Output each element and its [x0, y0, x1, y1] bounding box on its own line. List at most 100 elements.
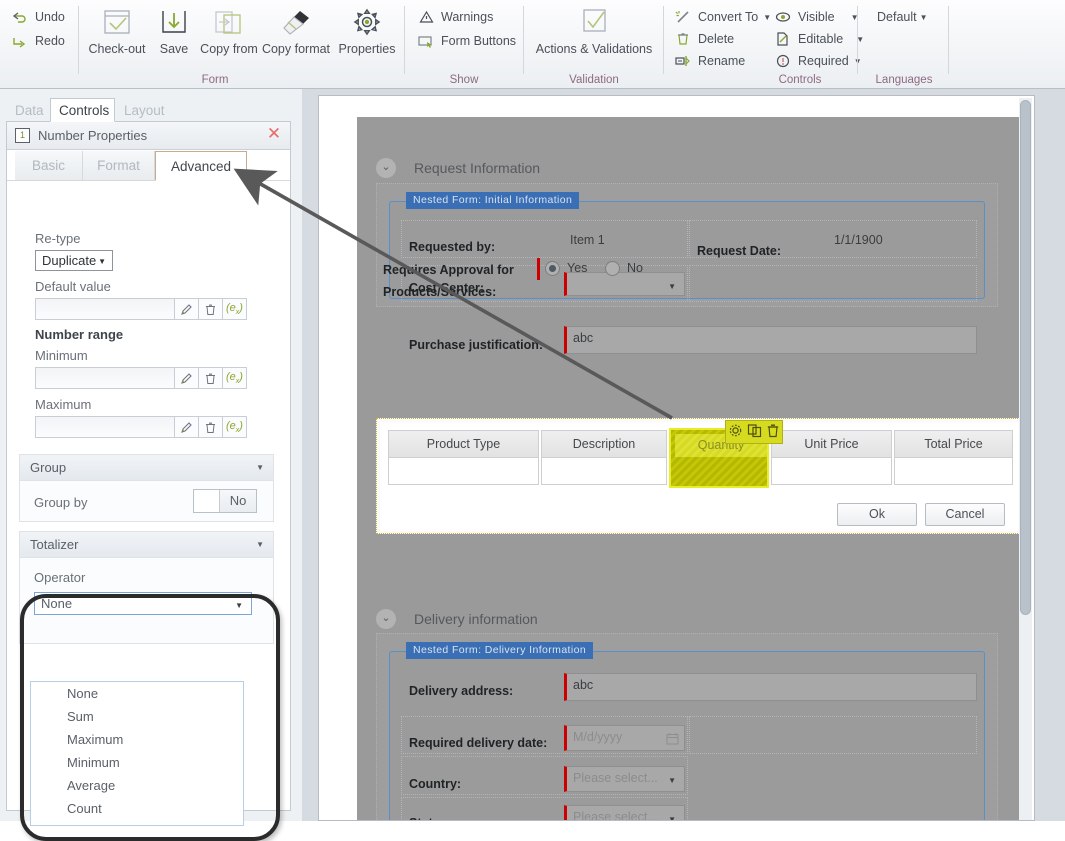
totalizer-section-header[interactable]: Totalizer ▼ — [20, 532, 273, 558]
formula-icon[interactable]: (ex) — [223, 367, 247, 389]
trash-icon[interactable] — [199, 367, 223, 389]
grid-column-unit-price[interactable]: Unit Price — [771, 430, 892, 485]
tab-format[interactable]: Format — [83, 151, 155, 181]
copy-format-button[interactable]: Copy format — [258, 4, 334, 66]
radio-no[interactable] — [605, 261, 620, 276]
state-select[interactable]: Please select... ▼ — [564, 805, 685, 821]
brush-icon — [258, 4, 334, 42]
dropdown-option-sum[interactable]: Sum — [31, 705, 243, 728]
retype-label: Re-type — [35, 231, 81, 246]
rename-button[interactable]: Rename — [673, 50, 745, 72]
ok-button[interactable]: Ok — [837, 503, 917, 526]
formula-icon[interactable]: (ex) — [223, 416, 247, 438]
convert-to-button[interactable]: Convert To ▼ — [673, 6, 771, 28]
rename-label: Rename — [698, 54, 746, 68]
tab-data-label: Data — [15, 103, 44, 118]
required-delivery-date-input[interactable]: M/d/yyyy — [564, 725, 685, 751]
formula-icon[interactable]: (ex) — [223, 298, 247, 320]
default-language-label: Default — [877, 10, 917, 24]
chevron-down-icon: ▼ — [668, 815, 676, 821]
dropdown-option-average[interactable]: Average — [31, 774, 243, 797]
operator-dropdown-list[interactable]: None Sum Maximum Minimum Average Count — [30, 681, 244, 826]
purchase-justification-value: abc — [573, 331, 594, 345]
close-icon[interactable]: ✕ — [265, 125, 283, 144]
trash-icon[interactable] — [766, 423, 780, 441]
duplicate-icon[interactable] — [747, 423, 762, 441]
group-section-header[interactable]: Group ▼ — [20, 455, 273, 481]
retype-select[interactable]: Duplicate ▼ — [35, 250, 113, 271]
dropdown-option-count[interactable]: Count — [31, 797, 243, 820]
panel-header: 1 Number Properties ✕ — [7, 122, 290, 150]
wand-icon — [673, 9, 693, 25]
properties-subtabs: Basic Format Advanced — [7, 151, 290, 181]
chevron-down-icon: ▼ — [235, 601, 243, 610]
calendar-icon[interactable] — [666, 732, 679, 748]
operator-label: Operator — [34, 570, 86, 585]
tab-basic[interactable]: Basic — [15, 151, 83, 181]
minimum-input[interactable] — [35, 367, 175, 389]
grid-column-product-type[interactable]: Product Type — [388, 430, 539, 485]
dropdown-option-none[interactable]: None — [31, 682, 243, 705]
tab-data[interactable]: Data — [6, 98, 50, 122]
state-value: Please select... — [573, 810, 658, 821]
required-button[interactable]: Required ▼ — [773, 50, 862, 72]
form-button-icon — [416, 33, 436, 49]
check-out-button[interactable]: Check-out — [84, 4, 150, 66]
operator-select[interactable]: None ▼ — [34, 592, 252, 615]
group-by-label: Group by — [34, 495, 88, 510]
tab-layout[interactable]: Layout — [115, 98, 169, 122]
radio-yes[interactable] — [545, 261, 560, 276]
checkbox-icon — [530, 4, 658, 42]
trash-icon[interactable] — [199, 416, 223, 438]
redo-button[interactable]: Redo — [10, 30, 65, 52]
editable-button[interactable]: Editable ▼ — [773, 28, 864, 50]
gear-icon — [330, 4, 404, 42]
chevron-down-icon: ▼ — [256, 540, 264, 549]
default-language-button[interactable]: Default ▼ — [877, 6, 928, 28]
delivery-address-label: Delivery address: — [409, 684, 514, 698]
country-select[interactable]: Please select... ▼ — [564, 766, 685, 792]
trash-icon[interactable] — [199, 298, 223, 320]
pencil-icon[interactable] — [175, 416, 199, 438]
dropdown-option-minimum[interactable]: Minimum — [31, 751, 243, 774]
actions-validations-button[interactable]: Actions & Validations — [530, 4, 658, 66]
dropdown-option-maximum[interactable]: Maximum — [31, 728, 243, 751]
maximum-input[interactable] — [35, 416, 175, 438]
copy-from-button[interactable]: Copy from — [192, 4, 266, 66]
nested-form-delivery-information: Nested Form: Delivery Information Delive… — [389, 642, 985, 821]
tab-advanced[interactable]: Advanced — [155, 151, 247, 181]
form-buttons-button[interactable]: Form Buttons — [416, 30, 516, 52]
grid-header-unit-price: Unit Price — [772, 431, 891, 458]
cancel-button[interactable]: Cancel — [925, 503, 1005, 526]
ribbon-group-controls: Convert To ▼ Delete Rename Visible ▼ Edi… — [665, 0, 864, 88]
default-value-input[interactable] — [35, 298, 175, 320]
grid-column-total-price[interactable]: Total Price — [894, 430, 1013, 485]
canvas-scrollbar-thumb[interactable] — [1020, 100, 1031, 615]
warnings-button[interactable]: Warnings — [416, 6, 493, 28]
retype-value: Duplicate — [42, 253, 97, 268]
collapse-request-information-icon[interactable]: ⌄ — [376, 158, 396, 178]
pencil-icon[interactable] — [175, 298, 199, 320]
tab-controls[interactable]: Controls — [50, 98, 115, 122]
gear-icon[interactable] — [728, 423, 743, 441]
canvas-scrollbar[interactable] — [1019, 98, 1032, 820]
undo-button[interactable]: Undo — [10, 6, 65, 28]
grid-column-quantity-toolbar[interactable] — [725, 420, 783, 444]
delete-button[interactable]: Delete — [673, 28, 734, 50]
properties-button[interactable]: Properties — [330, 4, 404, 66]
grid-column-description[interactable]: Description — [541, 430, 667, 485]
visible-button[interactable]: Visible ▼ — [773, 6, 859, 28]
cost-center-select[interactable]: ▼ — [564, 272, 685, 296]
purchase-justification-input[interactable]: abc — [564, 326, 977, 354]
collapse-delivery-information-icon[interactable]: ⌄ — [376, 609, 396, 629]
save-label: Save — [159, 42, 189, 56]
grid-header-description: Description — [542, 431, 666, 458]
pencil-page-icon — [773, 31, 793, 47]
pencil-icon[interactable] — [175, 367, 199, 389]
group-section-title: Group — [30, 460, 67, 475]
chevron-down-icon: ▼ — [256, 463, 264, 472]
chevron-down-icon: ▼ — [668, 282, 676, 291]
group-by-toggle[interactable]: No — [193, 489, 257, 513]
delivery-address-input[interactable]: abc — [564, 673, 977, 701]
save-button[interactable]: Save — [150, 4, 198, 66]
